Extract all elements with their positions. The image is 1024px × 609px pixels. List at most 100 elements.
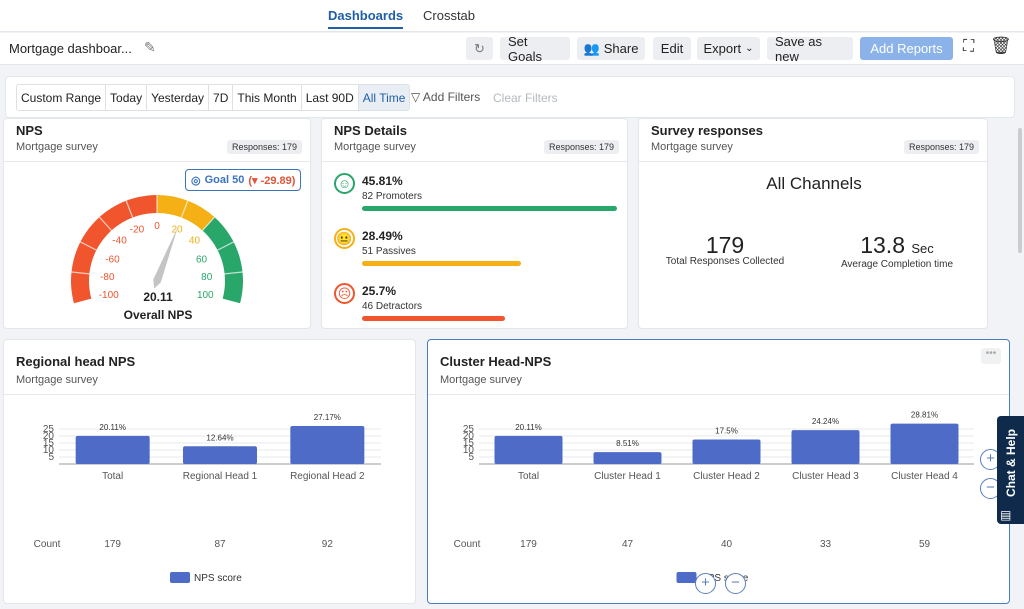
responses-badge: Responses: 179 — [226, 140, 302, 154]
zoom-in-icon[interactable]: + — [695, 573, 716, 594]
scrollbar[interactable] — [1018, 128, 1022, 253]
divider — [322, 161, 627, 162]
nps-detail-pct: 25.7% — [362, 284, 397, 298]
divider — [639, 161, 987, 162]
nps-details-card: NPS Details Mortgage survey Responses: 1… — [321, 118, 628, 329]
nps-detail-pct: 45.81% — [362, 174, 403, 188]
range-yesterday[interactable]: Yesterday — [147, 85, 210, 110]
zoom-out-icon[interactable]: − — [725, 573, 746, 594]
y-tick-label: 25 — [463, 424, 475, 435]
count-value: 40 — [721, 539, 733, 550]
gauge-segment — [157, 195, 215, 231]
count-value: 47 — [622, 539, 634, 550]
legend-label: NPS score — [194, 573, 242, 584]
edit-button[interactable]: Edit — [653, 37, 691, 60]
card-title: Cluster Head-NPS — [440, 354, 552, 369]
card-subtitle: Mortgage survey — [651, 141, 733, 153]
add-reports-button[interactable]: Add Reports — [860, 37, 953, 60]
bar — [290, 425, 365, 464]
export-button[interactable]: Export ⌄ — [697, 37, 760, 60]
avg-completion-label: Average Completion time — [840, 259, 954, 270]
survey-responses-card: Survey responses Mortgage survey Respons… — [638, 118, 988, 329]
share-button[interactable]: 👥 Share — [577, 37, 645, 60]
top-nav: Dashboards Crosstab — [0, 0, 1024, 32]
gauge-tick-label: 80 — [201, 272, 213, 283]
count-value: 92 — [322, 539, 334, 550]
date-range-group: Custom Range Today Yesterday 7D This Month La… — [16, 84, 411, 111]
data-label: 17.5% — [715, 427, 738, 436]
avg-value: 13.8 — [860, 232, 905, 258]
count-value: 33 — [820, 539, 832, 550]
more-icon[interactable]: ••• — [981, 348, 1001, 364]
bar — [183, 446, 257, 464]
range-custom-range[interactable]: Custom Range — [17, 85, 107, 110]
legend-swatch — [170, 572, 190, 583]
data-label: 28.81% — [911, 411, 938, 420]
chat-help-label: Chat & Help — [1004, 429, 1018, 498]
set-goals-button[interactable]: Set Goals — [500, 34, 570, 64]
gauge-needle — [153, 226, 178, 289]
card-subtitle: Mortgage survey — [16, 374, 98, 386]
responses-badge: Responses: 179 — [903, 140, 979, 154]
avg-completion: 13.8 Sec — [822, 232, 972, 259]
gauge-tick-label: -60 — [105, 254, 120, 265]
nps-value: 20.11 — [143, 290, 173, 304]
tab-crosstab[interactable]: Crosstab — [423, 8, 475, 23]
range-all-time[interactable]: All Time — [358, 85, 410, 110]
card-subtitle: Mortgage survey — [16, 141, 98, 153]
count-value: 87 — [214, 539, 226, 550]
range-7d[interactable]: 7D — [209, 85, 234, 110]
x-tick-label: Cluster Head 4 — [891, 471, 958, 482]
x-tick-label: Regional Head 1 — [183, 471, 258, 482]
card-title: Regional head NPS — [16, 354, 136, 369]
dashboard-title[interactable]: Mortgage dashboar... — [9, 41, 132, 56]
count-value: 179 — [520, 539, 537, 550]
total-responses-label: Total Responses Collected — [665, 256, 785, 267]
chevron-down-icon: ⌄ — [745, 43, 754, 54]
export-label: Export — [703, 41, 742, 56]
range-today[interactable]: Today — [106, 85, 148, 110]
save-as-new-button[interactable]: Save as new — [767, 34, 853, 64]
filter-icon: ▽ — [411, 90, 421, 104]
card-subtitle: Mortgage survey — [440, 374, 522, 386]
nps-detail-label: 51 Passives — [362, 246, 416, 257]
count-value: 59 — [919, 539, 931, 550]
x-tick-label: Total — [518, 471, 539, 482]
data-label: 20.11% — [99, 423, 126, 432]
total-responses: 179 — [705, 232, 745, 258]
x-tick-label: Total — [102, 471, 123, 482]
chat-icon: ▤ — [1000, 508, 1012, 522]
expand-icon[interactable]: ⛶ — [963, 38, 974, 56]
refresh-icon: ↻ — [474, 40, 485, 56]
nps-detail-bar — [362, 206, 617, 211]
y-tick-label: 25 — [43, 424, 55, 435]
gauge-tick-label: 60 — [196, 254, 208, 265]
gauge-segment — [70, 195, 157, 304]
pencil-icon[interactable]: ✎ — [144, 39, 156, 56]
responses-badge: Responses: 179 — [543, 140, 619, 154]
card-title: NPS — [16, 123, 43, 138]
nps-gauge: -100-80-60-40-20 0 20406080100 — [70, 195, 243, 304]
range-this-month[interactable]: This Month — [233, 85, 302, 110]
gauge-tick-label: -80 — [100, 272, 115, 283]
add-filters-label: Add Filters — [422, 90, 481, 104]
add-filters-button[interactable]: ▽ Add Filters — [411, 90, 480, 104]
gauge-tick-label: -20 — [130, 225, 145, 236]
trash-icon[interactable]: 🗑 — [990, 36, 1012, 56]
clear-filters-button[interactable]: Clear Filters — [493, 91, 558, 105]
bar — [890, 423, 959, 464]
bar — [593, 452, 662, 464]
gauge-tick-label: 20 — [172, 225, 184, 236]
data-label: 12.64% — [206, 433, 233, 442]
bar — [791, 430, 860, 464]
regional-nps-card: Regional head NPS Mortgage survey 5 10 15 2… — [3, 339, 416, 604]
chat-help-button[interactable]: ▤ Chat & Help — [997, 416, 1024, 524]
tab-dashboards[interactable]: Dashboards — [328, 8, 404, 29]
bar — [494, 435, 563, 464]
range-last-90d[interactable]: Last 90D — [302, 85, 359, 110]
refresh-button[interactable]: ↻ — [466, 37, 493, 60]
nps-label: Overall NPS — [123, 308, 193, 322]
gauge-tick-label: -40 — [112, 235, 127, 246]
card-title: Survey responses — [651, 123, 764, 138]
regional-bar-chart: 510152025 20.11%Total17912.64%Regional He… — [34, 413, 381, 584]
